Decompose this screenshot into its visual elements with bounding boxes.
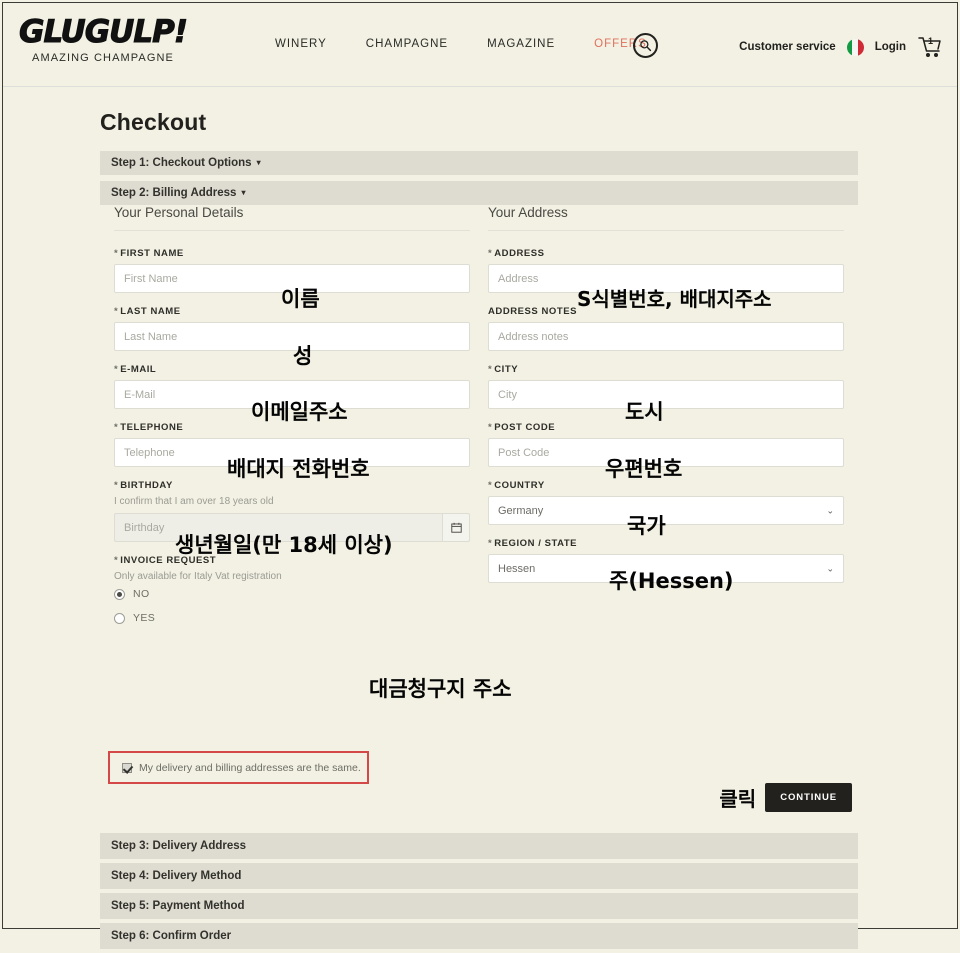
step-1-label: Step 1: Checkout Options — [111, 157, 252, 169]
radio-no-icon — [114, 588, 125, 600]
chevron-down-icon: ▾ — [256, 158, 261, 167]
field-country: * COUNTRY Germany ⌄ — [488, 480, 844, 525]
field-birthday: * BIRTHDAY I confirm that I am over 18 ye… — [114, 480, 470, 542]
step-3-delivery-address[interactable]: Step 3: Delivery Address — [100, 833, 858, 859]
step-5-payment-method[interactable]: Step 5: Payment Method — [100, 893, 858, 919]
page-frame: GLUGULP! AMAZING CHAMPAGNE WINERY CHAMPA… — [2, 2, 958, 949]
country-selected-value: Germany — [498, 504, 544, 517]
annotation-continue: 클릭 — [719, 787, 757, 811]
same-address-highlight[interactable]: My delivery and billing addresses are th… — [108, 751, 369, 784]
header-utilities: Customer service Login 1 — [739, 35, 943, 59]
billing-address-panel: Your Personal Details * FIRST NAME First … — [100, 205, 858, 717]
personal-details-title: Your Personal Details — [114, 205, 470, 231]
address-title: Your Address — [488, 205, 844, 231]
last-name-label: * LAST NAME — [114, 306, 181, 317]
post-code-input[interactable]: Post Code — [488, 438, 844, 467]
main-navigation: WINERY CHAMPAGNE MAGAZINE OFFERS — [275, 38, 647, 50]
login-link[interactable]: Login — [875, 41, 906, 53]
field-region-state: * REGION / STATE Hessen ⌄ — [488, 538, 844, 583]
italy-flag-icon[interactable] — [846, 38, 864, 56]
invoice-request-hint: Only available for Italy Vat registratio… — [114, 571, 282, 582]
logo-tagline: AMAZING CHAMPAGNE — [32, 52, 174, 64]
steps-top: Step 1: Checkout Options ▾ Step 2: Billi… — [100, 151, 858, 211]
step-1-checkout-options[interactable]: Step 1: Checkout Options ▾ — [100, 151, 858, 175]
nav-item-magazine[interactable]: MAGAZINE — [487, 38, 555, 50]
site-header: GLUGULP! AMAZING CHAMPAGNE WINERY CHAMPA… — [3, 3, 957, 87]
birthday-label: * BIRTHDAY — [114, 480, 173, 491]
first-name-input[interactable]: First Name — [114, 264, 470, 293]
field-city: * CITY City — [488, 364, 844, 409]
same-address-label: My delivery and billing addresses are th… — [139, 761, 361, 774]
invoice-option-no[interactable]: NO — [114, 588, 470, 600]
city-label: * CITY — [488, 364, 519, 375]
birthday-age-hint: I confirm that I am over 18 years old — [114, 496, 274, 507]
city-input[interactable]: City — [488, 380, 844, 409]
cart-count-badge: 1 — [928, 36, 934, 46]
region-selected-value: Hessen — [498, 562, 536, 575]
field-telephone: * TELEPHONE Telephone — [114, 422, 470, 467]
chevron-down-icon: ⌄ — [826, 505, 834, 515]
region-state-label: * REGION / STATE — [488, 538, 578, 549]
address-column: Your Address * ADDRESS Address ADDRESS NO… — [488, 205, 844, 596]
page-title: Checkout — [100, 109, 207, 135]
customer-service-link[interactable]: Customer service — [739, 41, 836, 53]
telephone-input[interactable]: Telephone — [114, 438, 470, 467]
country-select[interactable]: Germany ⌄ — [488, 496, 844, 525]
radio-yes-icon — [114, 612, 125, 624]
first-name-label: * FIRST NAME — [114, 248, 184, 259]
field-first-name: * FIRST NAME First Name — [114, 248, 470, 293]
step-4-delivery-method[interactable]: Step 4: Delivery Method — [100, 863, 858, 889]
nav-item-winery[interactable]: WINERY — [275, 38, 327, 50]
invoice-option-yes[interactable]: YES — [114, 612, 470, 624]
birthday-input[interactable]: Birthday — [114, 513, 443, 542]
region-state-select[interactable]: Hessen ⌄ — [488, 554, 844, 583]
field-email: * E-MAIL E-Mail — [114, 364, 470, 409]
country-label: * COUNTRY — [488, 480, 545, 491]
search-button[interactable] — [633, 33, 658, 58]
email-input[interactable]: E-Mail — [114, 380, 470, 409]
address-label: * ADDRESS — [488, 248, 545, 259]
telephone-label: * TELEPHONE — [114, 422, 184, 433]
steps-bottom: Step 3: Delivery Address Step 4: Deliver… — [100, 833, 858, 953]
search-icon — [640, 40, 652, 52]
address-notes-input[interactable]: Address notes — [488, 322, 844, 351]
birthday-row: Birthday — [114, 513, 470, 542]
last-name-input[interactable]: Last Name — [114, 322, 470, 351]
post-code-label: * POST CODE — [488, 422, 556, 433]
chevron-down-icon: ⌄ — [826, 563, 834, 573]
logo-wordmark: GLUGULP! — [19, 14, 189, 50]
field-invoice-request: * INVOICE REQUEST Only available for Ital… — [114, 555, 470, 624]
invoice-option-no-label: NO — [133, 588, 150, 600]
calendar-picker-button[interactable] — [442, 513, 470, 542]
same-address-checkbox[interactable] — [122, 762, 132, 773]
field-last-name: * LAST NAME Last Name — [114, 306, 470, 351]
cart-button[interactable]: 1 — [917, 35, 943, 59]
chevron-down-icon: ▾ — [241, 188, 246, 197]
field-post-code: * POST CODE Post Code — [488, 422, 844, 467]
step-6-confirm-order[interactable]: Step 6: Confirm Order — [100, 923, 858, 949]
invoice-request-label: * INVOICE REQUEST — [114, 555, 217, 566]
site-logo[interactable]: GLUGULP! AMAZING CHAMPAGNE — [13, 14, 193, 64]
address-notes-label: ADDRESS NOTES — [488, 306, 577, 317]
address-input[interactable]: Address — [488, 264, 844, 293]
nav-item-champagne[interactable]: CHAMPAGNE — [366, 38, 448, 50]
step-2-label: Step 2: Billing Address — [111, 187, 237, 199]
email-label: * E-MAIL — [114, 364, 157, 375]
personal-details-column: Your Personal Details * FIRST NAME First … — [114, 205, 470, 637]
calendar-icon — [450, 522, 462, 533]
field-address: * ADDRESS Address — [488, 248, 844, 293]
step-2-billing-address[interactable]: Step 2: Billing Address ▾ — [100, 181, 858, 205]
invoice-option-yes-label: YES — [133, 612, 156, 624]
continue-row: 클릭 CONTINUE — [719, 783, 852, 812]
continue-button[interactable]: CONTINUE — [765, 783, 852, 812]
field-address-notes: ADDRESS NOTES Address notes — [488, 306, 844, 351]
